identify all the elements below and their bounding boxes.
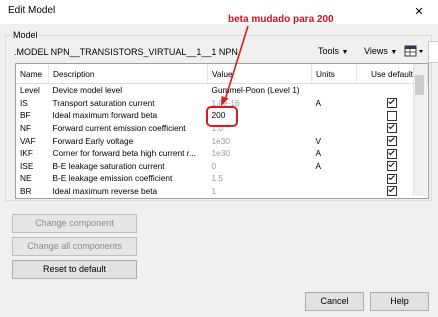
- table-row[interactable]: NE B-E leakage emission coefficient 1.5: [16, 172, 428, 185]
- param-description: B-E leakage saturation current: [52, 160, 165, 171]
- use-default-checkbox[interactable]: [387, 186, 397, 197]
- use-default-checkbox[interactable]: [387, 161, 397, 172]
- model-group-label: Model: [12, 30, 39, 40]
- table-row[interactable]: VAF Forward Early voltage 1e30 V: [16, 134, 428, 147]
- table-row[interactable]: BR Ideal maximum reverse beta 1: [16, 185, 428, 198]
- param-value[interactable]: 1e30: [208, 134, 312, 147]
- param-description: Device model level: [52, 85, 123, 96]
- tools-menu-button[interactable]: Tools ▼: [318, 46, 348, 56]
- model-name: .MODEL NPN__TRANSISTORS_VIRTUAL__1__1 NP…: [14, 47, 238, 57]
- param-description: Corner for forward beta high current r..…: [52, 148, 196, 159]
- scrollbar-thumb[interactable]: [415, 75, 424, 95]
- param-value[interactable]: 1e30: [208, 147, 312, 160]
- chevron-down-icon: ▼: [390, 49, 398, 56]
- param-name: IS: [20, 97, 28, 108]
- param-value[interactable]: Gummel-Poon (Level 1): [208, 84, 312, 97]
- param-units: A: [315, 148, 322, 159]
- param-description: Forward Early voltage: [52, 135, 134, 146]
- table-row[interactable]: Level Device model level Gummel-Poon (Leve…: [16, 84, 428, 97]
- param-value[interactable]: 0: [208, 160, 312, 173]
- cancel-button[interactable]: Cancel: [305, 292, 364, 311]
- param-name: Level: [20, 85, 40, 96]
- use-default-checkbox[interactable]: [387, 136, 397, 147]
- column-header-name[interactable]: Name: [16, 64, 49, 84]
- bf-value-highlight: [206, 106, 238, 127]
- grid-settings-icon: [404, 45, 423, 57]
- param-name: IKF: [20, 148, 33, 159]
- param-name: NE: [20, 173, 32, 184]
- parameter-table: Name Description Value Units Use default…: [16, 64, 428, 197]
- use-default-checkbox[interactable]: [387, 148, 397, 159]
- column-header-value[interactable]: Value: [207, 64, 312, 84]
- table-row[interactable]: ISE B-E leakage saturation current 0 A: [16, 160, 428, 173]
- param-units: A: [315, 160, 322, 171]
- change-component-button[interactable]: Change component: [12, 214, 137, 233]
- param-value[interactable]: 1: [208, 185, 312, 198]
- use-default-checkbox[interactable]: [387, 173, 397, 184]
- annotation-text: beta mudado para 200: [228, 14, 334, 25]
- param-name: BR: [20, 186, 32, 197]
- param-name: NF: [20, 123, 32, 134]
- param-units: [312, 84, 357, 97]
- param-units: [312, 172, 357, 185]
- param-description: Ideal maximum forward beta: [52, 110, 158, 121]
- use-default-checkbox[interactable]: [387, 110, 397, 121]
- table-row[interactable]: IKF Corner for forward beta high current …: [16, 147, 428, 160]
- param-description: B-E leakage emission coefficient: [52, 173, 173, 184]
- views-label: Views: [364, 46, 388, 56]
- help-button[interactable]: Help: [370, 292, 429, 311]
- param-units: A: [315, 97, 322, 108]
- param-value[interactable]: 1.5: [208, 172, 312, 185]
- use-default-checkbox[interactable]: [387, 123, 397, 134]
- param-units: [312, 122, 357, 135]
- column-header-units[interactable]: Units: [311, 64, 357, 84]
- views-menu-button[interactable]: Views ▼: [364, 46, 397, 56]
- change-all-components-button[interactable]: Change all components: [12, 237, 137, 256]
- chevron-down-icon: ▼: [341, 49, 349, 56]
- tools-label: Tools: [318, 46, 340, 56]
- use-default-checkbox[interactable]: [387, 98, 397, 109]
- param-description: Ideal maximum reverse beta: [52, 186, 158, 197]
- param-name: VAF: [20, 135, 36, 146]
- parameter-grid[interactable]: Name Description Value Units Use default…: [15, 63, 429, 199]
- param-description: Forward current emission coefficient: [52, 123, 186, 134]
- param-units: V: [315, 135, 322, 146]
- param-units: [312, 185, 357, 198]
- table-header-row: Name Description Value Units Use default: [16, 64, 428, 84]
- column-header-description[interactable]: Description: [48, 64, 208, 84]
- reset-to-default-button[interactable]: Reset to default: [12, 260, 137, 279]
- param-units: [312, 109, 357, 122]
- param-name: BF: [20, 110, 31, 121]
- param-name: ISE: [20, 160, 34, 171]
- grid-settings-button[interactable]: [404, 44, 426, 58]
- side-tab[interactable]: [428, 41, 438, 63]
- param-description: Transport saturation current: [52, 97, 155, 108]
